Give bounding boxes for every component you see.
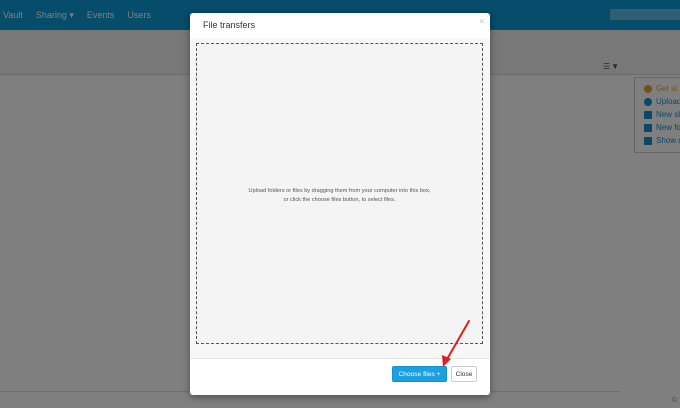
close-button[interactable]: Close — [451, 366, 477, 382]
choose-files-button[interactable]: Choose files + — [392, 366, 447, 382]
dialog-title: File transfers — [203, 20, 256, 30]
dialog-header: File transfers × — [190, 13, 490, 39]
close-icon[interactable]: × — [479, 17, 484, 27]
drop-instructions: Upload folders or files by dragging them… — [197, 187, 482, 205]
drop-instructions-line1: Upload folders or files by dragging them… — [248, 188, 431, 194]
dialog-body: Upload folders or files by dragging them… — [190, 38, 490, 359]
file-drop-zone[interactable]: Upload folders or files by dragging them… — [196, 43, 483, 344]
drop-instructions-line2: or click the choose files button, to sel… — [283, 197, 396, 203]
file-transfers-dialog: File transfers × Upload folders or files… — [190, 13, 490, 395]
